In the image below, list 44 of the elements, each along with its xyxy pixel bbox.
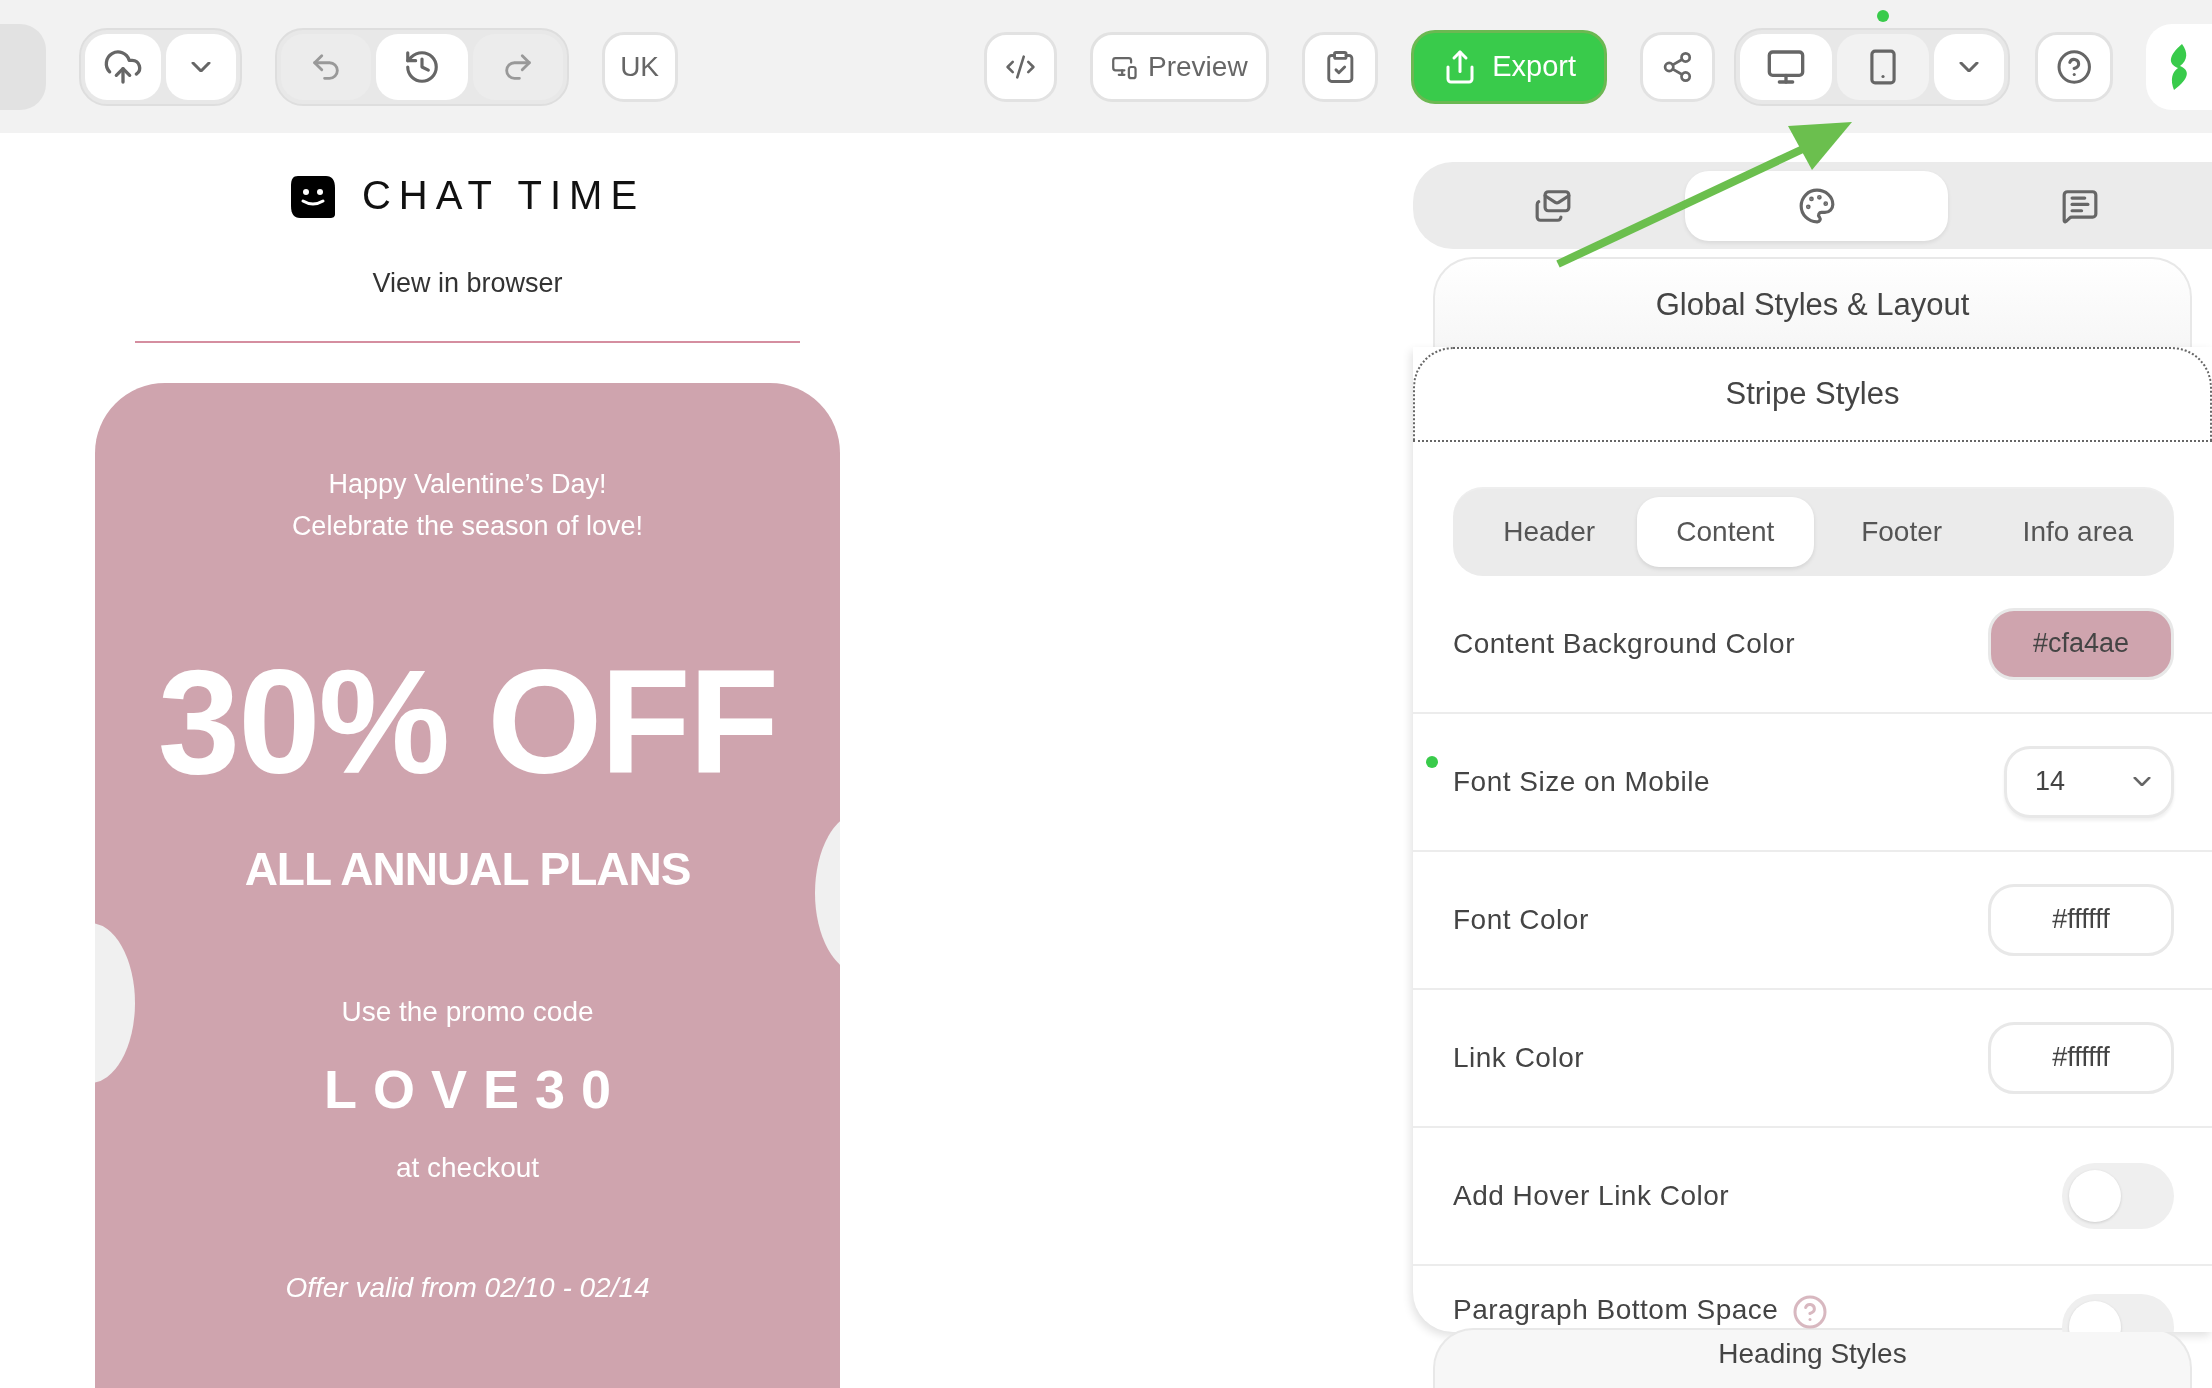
logo-button[interactable]: [2146, 23, 2212, 110]
setting-label: Add Hover Link Color: [1453, 1179, 1730, 1212]
caret-icon: [2133, 777, 2151, 787]
setting-label: Font Color: [1453, 903, 1589, 936]
segment-tab[interactable]: Footer: [1813, 497, 1990, 568]
brand-name: CHAT TIME: [361, 173, 646, 218]
validity-text: Offer valid from 02/10 - 02/14: [285, 1272, 650, 1304]
setting-label: Paragraph Bottom Space: [1453, 1293, 1779, 1326]
color-field[interactable]: #cfa4ae: [1988, 607, 2174, 680]
language-button[interactable]: UK: [601, 31, 678, 102]
checklist-button[interactable]: [1301, 31, 1379, 102]
caret-icon: [190, 61, 211, 72]
section-header[interactable]: Heading Styles: [1433, 1328, 2192, 1388]
styles-tab[interactable]: [1684, 170, 1949, 241]
help-button[interactable]: [2034, 31, 2114, 102]
promo-outro-text: at checkout: [395, 1152, 540, 1184]
color-field[interactable]: #ffffff: [1988, 883, 2174, 956]
setting-label: Font Size on Mobile: [1453, 765, 1710, 798]
preview-button[interactable]: Preview: [1090, 31, 1269, 102]
select-value: 14: [2035, 766, 2066, 798]
view-in-browser-link[interactable]: View in browser: [372, 268, 563, 299]
segment-tab[interactable]: Content: [1637, 497, 1814, 568]
upload-button[interactable]: [84, 33, 161, 100]
section-header[interactable]: Global Styles & Layout: [1433, 257, 2192, 347]
discount-headline: 30% OFF: [157, 642, 778, 802]
color-field[interactable]: #ffffff: [1988, 1021, 2174, 1094]
section-header[interactable]: Stripe Styles: [1413, 346, 2212, 442]
promo-code: LOVE30: [322, 1058, 628, 1120]
desktop-view-button[interactable]: [1739, 33, 1832, 100]
caret-icon: [1958, 61, 1979, 72]
greeting-text: Happy Valentine’s Day! Celebrate the season of love!: [291, 468, 644, 543]
smiley-logo-icon: [289, 173, 336, 218]
palette-icon: [1797, 186, 1836, 225]
history-button[interactable]: [375, 33, 468, 100]
segment-tab[interactable]: Info area: [1989, 497, 2166, 568]
share-button[interactable]: [1640, 31, 1715, 102]
segment-tab[interactable]: Header: [1461, 497, 1638, 568]
setting-label: Content Background Color: [1453, 627, 1795, 660]
setting-label: Link Color: [1453, 1041, 1585, 1074]
font-size-select[interactable]: 14: [2004, 745, 2174, 818]
promo-intro-text: Use the promo code: [341, 996, 594, 1028]
status-dot: [1876, 9, 1889, 22]
subheadline: ALL ANNUAL PLANS: [244, 842, 691, 896]
code-button[interactable]: [984, 31, 1058, 102]
